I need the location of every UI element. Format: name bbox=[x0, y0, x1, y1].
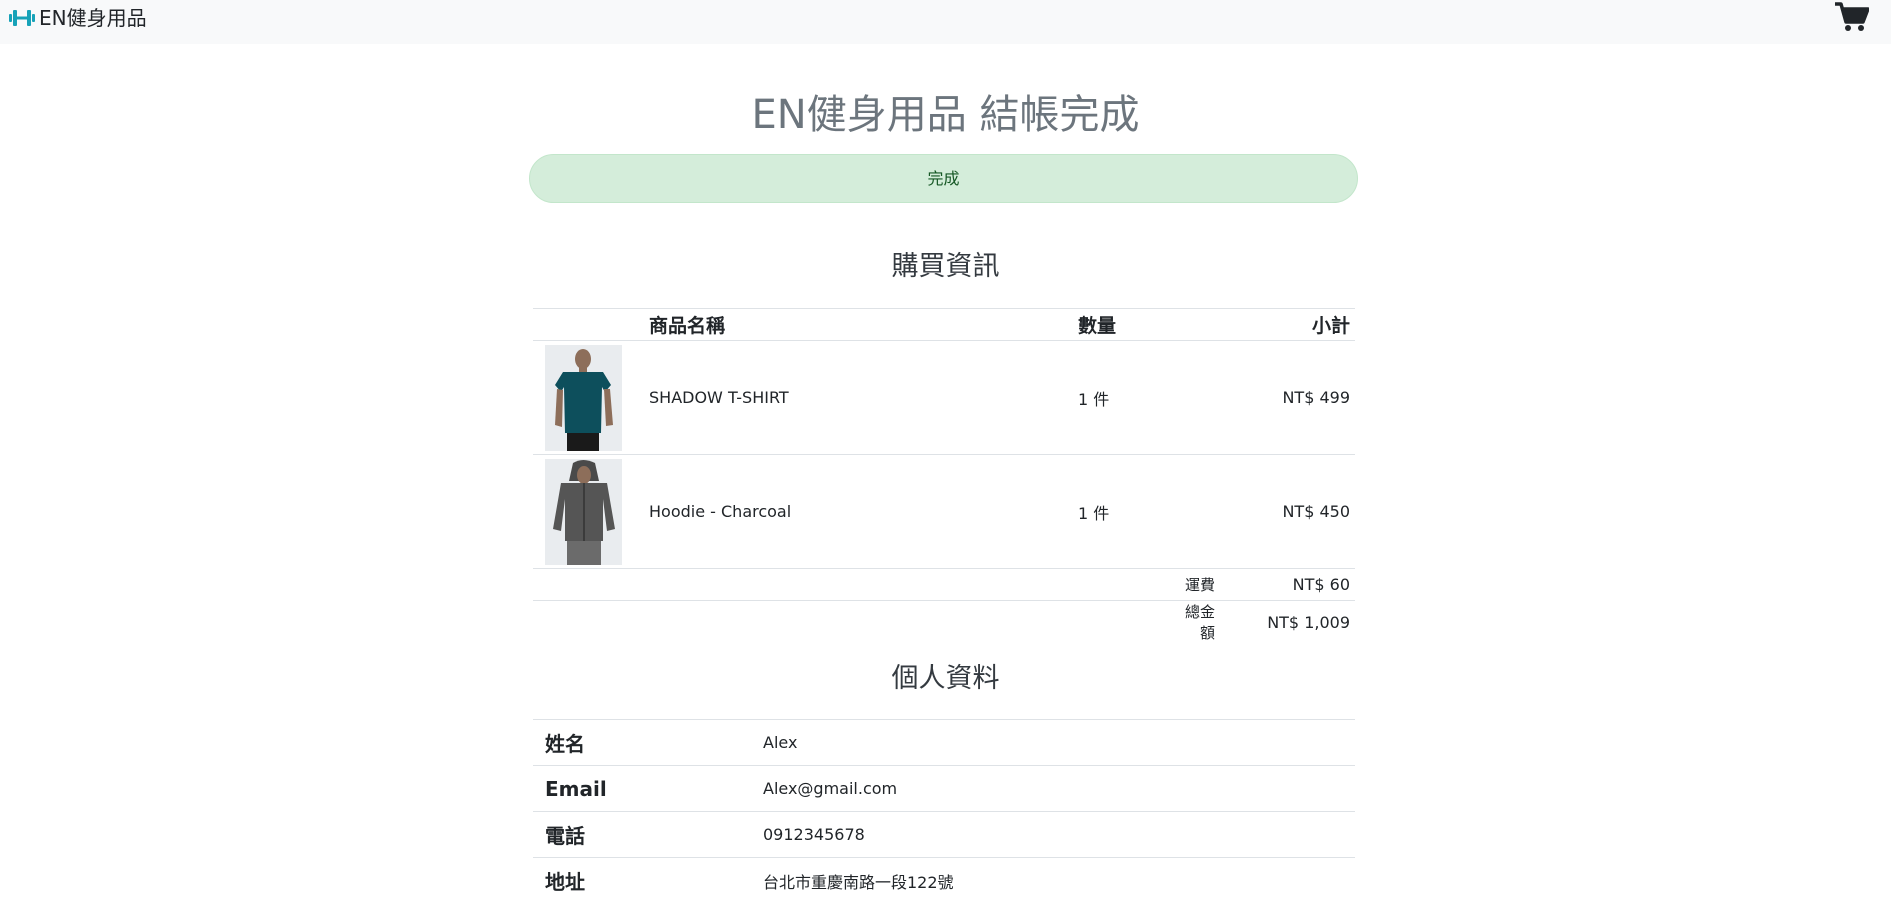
personal-row-email: Email Alex@gmail.com bbox=[533, 765, 1355, 812]
product-image-cell bbox=[533, 340, 649, 455]
product-quantity: 1 件 bbox=[1078, 454, 1178, 569]
personal-info-heading: 個人資料 bbox=[891, 663, 1000, 694]
total-row: 總金額 NT$ 1,009 bbox=[533, 600, 1355, 643]
phone-value: 0912345678 bbox=[763, 811, 1355, 858]
personal-row-name: 姓名 Alex bbox=[533, 719, 1355, 766]
shipping-row: 運費 NT$ 60 bbox=[533, 568, 1355, 601]
personal-row-address: 地址 台北市重慶南路一段122號 bbox=[533, 857, 1355, 904]
product-name: SHADOW T-SHIRT bbox=[649, 340, 1078, 455]
email-value: Alex@gmail.com bbox=[763, 765, 1355, 812]
page-title: EN健身用品 結帳完成 bbox=[751, 92, 1140, 138]
table-row: SHADOW T-SHIRT 1 件 NT$ 499 bbox=[533, 340, 1355, 455]
cart-button[interactable] bbox=[1835, 2, 1869, 32]
header-image-cell bbox=[533, 308, 649, 341]
product-image-tshirt bbox=[545, 344, 649, 451]
navbar: EN健身用品 bbox=[0, 0, 1891, 44]
brand-link[interactable]: EN健身用品 bbox=[9, 3, 147, 33]
spacer-cell bbox=[533, 568, 1178, 601]
product-subtotal: NT$ 499 bbox=[1178, 340, 1355, 455]
success-alert: 完成 bbox=[529, 154, 1358, 203]
personal-info-table: 姓名 Alex Email Alex@gmail.com 電話 09123456… bbox=[533, 719, 1355, 904]
purchase-header-row: 商品名稱 數量 小計 bbox=[533, 308, 1355, 341]
header-product-name: 商品名稱 bbox=[649, 308, 1078, 341]
header-subtotal: 小計 bbox=[1178, 308, 1355, 341]
email-label: Email bbox=[533, 765, 763, 812]
product-subtotal: NT$ 450 bbox=[1178, 454, 1355, 569]
address-value: 台北市重慶南路一段122號 bbox=[763, 857, 1355, 904]
shopping-cart-icon bbox=[1835, 2, 1869, 32]
spacer-cell bbox=[533, 600, 1178, 643]
dumbbell-icon bbox=[9, 9, 39, 27]
product-name: Hoodie - Charcoal bbox=[649, 454, 1078, 569]
phone-label: 電話 bbox=[533, 811, 763, 858]
header-quantity: 數量 bbox=[1078, 308, 1178, 341]
name-label: 姓名 bbox=[533, 719, 763, 766]
product-image-cell bbox=[533, 454, 649, 569]
address-label: 地址 bbox=[533, 857, 763, 904]
name-value: Alex bbox=[763, 719, 1355, 766]
total-value: NT$ 1,009 bbox=[1215, 600, 1355, 643]
brand-name: EN健身用品 bbox=[39, 6, 147, 30]
shipping-value: NT$ 60 bbox=[1215, 568, 1355, 601]
purchase-info-heading: 購買資訊 bbox=[891, 251, 1000, 282]
personal-row-phone: 電話 0912345678 bbox=[533, 811, 1355, 858]
shipping-label: 運費 bbox=[1178, 568, 1215, 601]
product-image-hoodie bbox=[545, 458, 649, 565]
table-row: Hoodie - Charcoal 1 件 NT$ 450 bbox=[533, 454, 1355, 569]
total-label: 總金額 bbox=[1178, 600, 1215, 643]
purchase-table: 商品名稱 數量 小計 SHADOW T-SHIRT 1 件 NT$ 499 Ho… bbox=[533, 308, 1355, 643]
product-quantity: 1 件 bbox=[1078, 340, 1178, 455]
